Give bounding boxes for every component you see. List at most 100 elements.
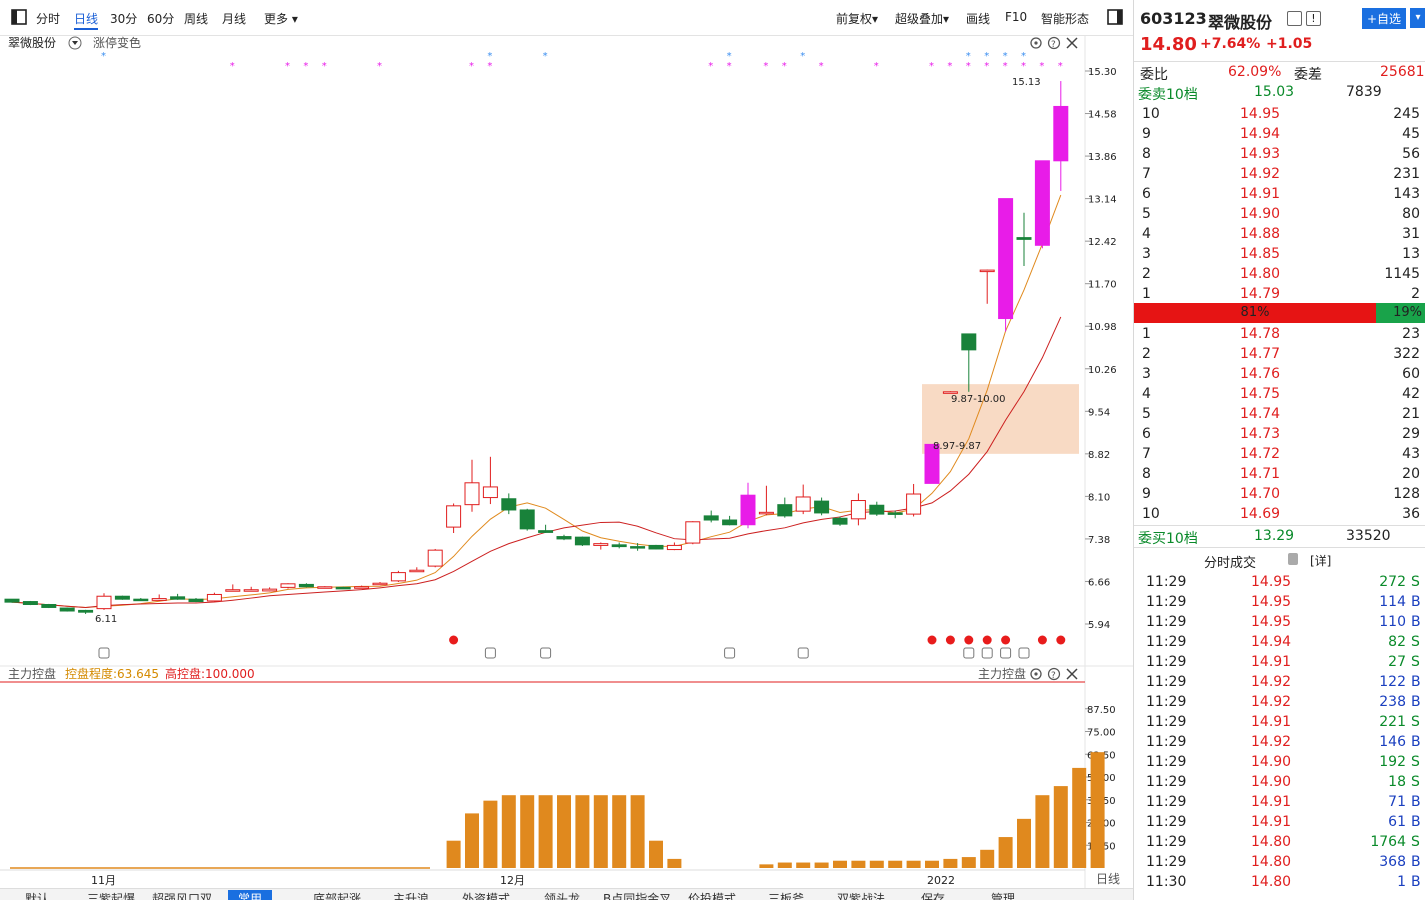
bottom-tab-fengkou[interactable]: 超强风口双 (152, 890, 212, 900)
bottom-tab-common[interactable]: 常用 (228, 890, 273, 900)
control-bar (961, 857, 976, 868)
sell-book-header: 委卖10档 (1138, 87, 1198, 103)
tab-intraday[interactable]: 分时 (36, 10, 60, 27)
buy-level: 1 (1142, 326, 1151, 342)
kline-chart[interactable]: 翠微股份 涨停变色 ? 15.30 14.58 13.86 13.14 12.42 11.… (0, 36, 1133, 888)
alert-icon[interactable]: ! (1306, 11, 1321, 26)
buy-row[interactable]: 10 14.69 36 (1134, 504, 1425, 524)
bottom-tab-manage[interactable]: 管理 (991, 890, 1015, 900)
sell-row[interactable]: 2 14.80 1145 (1134, 264, 1425, 284)
sell-row[interactable]: 10 14.95 245 (1134, 104, 1425, 124)
trade-row: 11:29 14.90 18 S (1134, 773, 1425, 793)
adjust-menu[interactable]: 前复权▾ (836, 10, 878, 27)
tab-30min[interactable]: 30分 (110, 10, 137, 27)
trade-side: S (1411, 754, 1420, 770)
control-bar (888, 860, 903, 868)
sell-row[interactable]: 3 14.85 13 (1134, 244, 1425, 264)
trade-side: B (1411, 794, 1421, 810)
pink-star-marker: * (966, 61, 971, 72)
f10-button[interactable]: F10 (1005, 10, 1027, 24)
tab-monthly[interactable]: 月线 (222, 10, 246, 27)
trade-side: B (1411, 734, 1421, 750)
bottom-tab-default[interactable]: 默认 (25, 890, 49, 900)
sell-vol: 143 (1393, 186, 1420, 202)
sell-header-price: 15.03 (1254, 84, 1295, 100)
buy-row[interactable]: 2 14.77 322 (1134, 344, 1425, 364)
bottom-tab-shuangzi[interactable]: 双紫战法 (837, 890, 885, 900)
candle (317, 586, 333, 589)
x-label-2022: 2022 (927, 874, 955, 887)
sell-row[interactable]: 8 14.93 56 (1134, 144, 1425, 164)
sell-row[interactable]: 9 14.94 45 (1134, 124, 1425, 144)
buy-row[interactable]: 6 14.73 29 (1134, 424, 1425, 444)
tab-daily[interactable]: 日线 (74, 10, 99, 30)
trade-row: 11:29 14.80 1764 S (1134, 833, 1425, 853)
watchlist-dropdown-icon[interactable]: ▾ (1410, 8, 1425, 28)
buy-price: 14.69 (1240, 506, 1281, 522)
zone-upper-label: 9.87-10.00 (951, 394, 1006, 405)
candle (427, 548, 443, 568)
bottom-tab-foreign[interactable]: 外资模式 (462, 890, 510, 900)
tab-60min[interactable]: 60分 (147, 10, 174, 27)
control-bar (980, 849, 995, 868)
buy-row[interactable]: 9 14.70 128 (1134, 484, 1425, 504)
trade-price: 14.91 (1251, 714, 1292, 730)
trade-side: B (1411, 814, 1421, 830)
draw-button[interactable]: 画线 (966, 10, 990, 27)
layout-toggle-icon[interactable] (10, 8, 28, 29)
trade-volume: 1764 (1370, 834, 1406, 850)
bell-icon[interactable] (1287, 11, 1302, 26)
trade-time: 11:29 (1146, 614, 1187, 630)
bottom-tab-value[interactable]: 价投模式 (688, 890, 736, 900)
trade-price: 14.95 (1251, 614, 1292, 630)
x-label-nov: 11月 (91, 874, 116, 887)
buy-row[interactable]: 5 14.74 21 (1134, 404, 1425, 424)
candle (832, 516, 848, 526)
buy-row[interactable]: 3 14.76 60 (1134, 364, 1425, 384)
buy-row[interactable]: 4 14.75 42 (1134, 384, 1425, 404)
smart-pattern-button[interactable]: 智能形态 (1041, 10, 1089, 27)
price-tick-label: 13.86 (1088, 152, 1117, 163)
panel-toggle-icon[interactable] (1106, 8, 1124, 29)
control-bar (465, 813, 479, 868)
sell-row[interactable]: 7 14.92 231 (1134, 164, 1425, 184)
add-watchlist-button[interactable]: +自选 (1362, 8, 1407, 29)
trades-detail-link[interactable]: [详] (1310, 552, 1331, 569)
sell-row[interactable]: 4 14.88 31 (1134, 224, 1425, 244)
diff-value: 25681 (1380, 64, 1425, 80)
quote-panel: 603123 翠微股份 ! +自选 ▾ 14.80 +7.64% +1.05 委… (1133, 0, 1425, 900)
pink-star-marker: * (303, 61, 308, 72)
bottom-tab-save[interactable]: 保存 (921, 890, 945, 900)
control-degree-label: 控盘程度:63.645 (65, 666, 159, 681)
buy-row[interactable]: 8 14.71 20 (1134, 464, 1425, 484)
control-bar (538, 795, 553, 868)
change-amount: +1.05 (1266, 36, 1313, 52)
buy-level: 8 (1142, 466, 1151, 482)
high-price-label: 15.13 (1012, 77, 1041, 88)
buy-row[interactable]: 7 14.72 43 (1134, 444, 1425, 464)
bottom-tab-leader[interactable]: 领头龙 (544, 890, 580, 900)
sell-level: 10 (1142, 106, 1160, 122)
bottom-tab-main-wave[interactable]: 主升浪 (393, 890, 429, 900)
sell-row[interactable]: 1 14.79 2 (1134, 284, 1425, 304)
tab-weekly[interactable]: 周线 (184, 10, 208, 27)
trade-row: 11:29 14.91 71 B (1134, 793, 1425, 813)
more-menu[interactable]: 更多 ▾ (264, 10, 298, 27)
blue-star-marker: * (101, 51, 106, 62)
bottom-tab-bottom-rise[interactable]: 底部起涨 (313, 890, 361, 900)
trade-row: 11:29 14.95 272 S (1134, 573, 1425, 593)
trade-time: 11:29 (1146, 634, 1187, 650)
bottom-tab-sanbanfu[interactable]: 三板斧 (768, 890, 804, 900)
trade-side: S (1411, 834, 1420, 850)
overlay-menu[interactable]: 超级叠加▾ (895, 10, 949, 27)
control-bar (446, 840, 461, 868)
sell-row[interactable]: 5 14.90 80 (1134, 204, 1425, 224)
candle (114, 595, 130, 600)
buy-row[interactable]: 1 14.78 23 (1134, 324, 1425, 344)
bottom-tab-b-point[interactable]: B点同指金叉 (603, 890, 671, 900)
buy-vol: 128 (1393, 486, 1420, 502)
control-bar (943, 858, 958, 868)
bottom-tab-sanzi[interactable]: 三紫起爆 (87, 890, 135, 900)
sub-chart-right-title: 主力控盘 (978, 666, 1026, 681)
sell-row[interactable]: 6 14.91 143 (1134, 184, 1425, 204)
